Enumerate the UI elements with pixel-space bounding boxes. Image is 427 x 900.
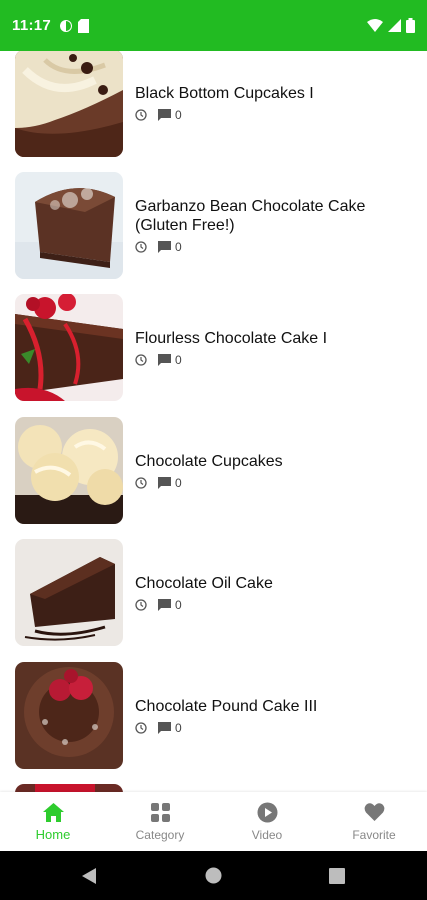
comment-count: 0 <box>175 721 182 735</box>
recipe-item[interactable]: Chocolate Oil Cake 0 <box>0 539 427 649</box>
comment-count: 0 <box>175 598 182 612</box>
bottom-navigation: Home Category Video Favorite <box>0 792 427 851</box>
clock-icon <box>135 477 147 489</box>
comment-icon <box>158 241 171 253</box>
comment-icon <box>158 722 171 734</box>
recents-icon[interactable] <box>329 868 345 884</box>
category-icon <box>151 803 170 822</box>
clock-icon <box>135 722 147 734</box>
recipe-title: Garbanzo Bean Chocolate Cake (Gluten Fre… <box>135 198 366 234</box>
recipe-thumbnail <box>15 539 123 646</box>
recipe-thumbnail <box>15 51 123 157</box>
recipe-title: Black Bottom Cupcakes I <box>135 85 314 102</box>
clock-icon <box>135 241 147 253</box>
clock-icon <box>135 109 147 121</box>
recipe-thumbnail <box>15 417 123 524</box>
clock-icon <box>135 599 147 611</box>
comment-icon <box>158 109 171 121</box>
recipe-title: Chocolate Cupcakes <box>135 453 283 470</box>
comment-icon <box>158 354 171 366</box>
nav-favorite-label: Favorite <box>352 828 396 842</box>
clock-icon <box>135 354 147 366</box>
recipe-title: Flourless Chocolate Cake I <box>135 330 328 347</box>
recipe-item[interactable]: Chocolate Cupcakes 0 <box>0 417 427 527</box>
comment-icon <box>158 599 171 611</box>
comment-count: 0 <box>175 353 182 367</box>
recipe-thumbnail <box>15 294 123 401</box>
recipe-item[interactable]: Garbanzo Bean Chocolate Cake (Gluten Fre… <box>0 172 427 282</box>
recipe-title: Chocolate Oil Cake <box>135 575 273 592</box>
system-navigation-bar <box>0 851 427 900</box>
status-time: 11:17 <box>12 17 52 34</box>
recipe-item[interactable]: Chocolate Pound Cake III 0 <box>0 662 427 772</box>
home-circle-icon[interactable] <box>205 867 222 884</box>
back-icon[interactable] <box>81 867 97 885</box>
nav-home-label: Home <box>35 827 71 842</box>
comment-icon <box>158 477 171 489</box>
nav-category[interactable]: Category <box>107 792 213 851</box>
nav-favorite[interactable]: Favorite <box>321 792 427 851</box>
comment-count: 0 <box>175 476 182 490</box>
wifi-icon <box>367 19 383 32</box>
comment-count: 0 <box>175 240 182 254</box>
recipe-title: Chocolate Pound Cake III <box>135 698 318 715</box>
comment-count: 0 <box>175 108 182 122</box>
recipe-item[interactable]: Black Bottom Cupcakes I 0 <box>0 51 427 161</box>
signal-icon <box>388 19 401 32</box>
nav-video[interactable]: Video <box>214 792 320 851</box>
nav-category-label: Category <box>135 828 185 842</box>
nav-video-label: Video <box>251 828 283 842</box>
recipe-thumbnail <box>15 784 123 792</box>
battery-icon <box>406 18 415 33</box>
home-icon <box>43 803 64 822</box>
heart-icon <box>364 803 385 821</box>
recipe-thumbnail <box>15 172 123 279</box>
sd-card-icon <box>78 18 90 33</box>
play-circle-icon <box>257 802 278 823</box>
recipe-thumbnail <box>15 662 123 769</box>
recipe-item[interactable]: Flourless Chocolate Cake I 0 <box>0 294 427 404</box>
recipe-list[interactable]: Black Bottom Cupcakes I 0 Garbanzo Bean … <box>0 51 427 792</box>
data-saver-icon <box>60 19 73 32</box>
status-bar: 11:17 <box>0 0 427 51</box>
recipe-item[interactable] <box>0 784 427 792</box>
nav-home[interactable]: Home <box>0 792 106 851</box>
